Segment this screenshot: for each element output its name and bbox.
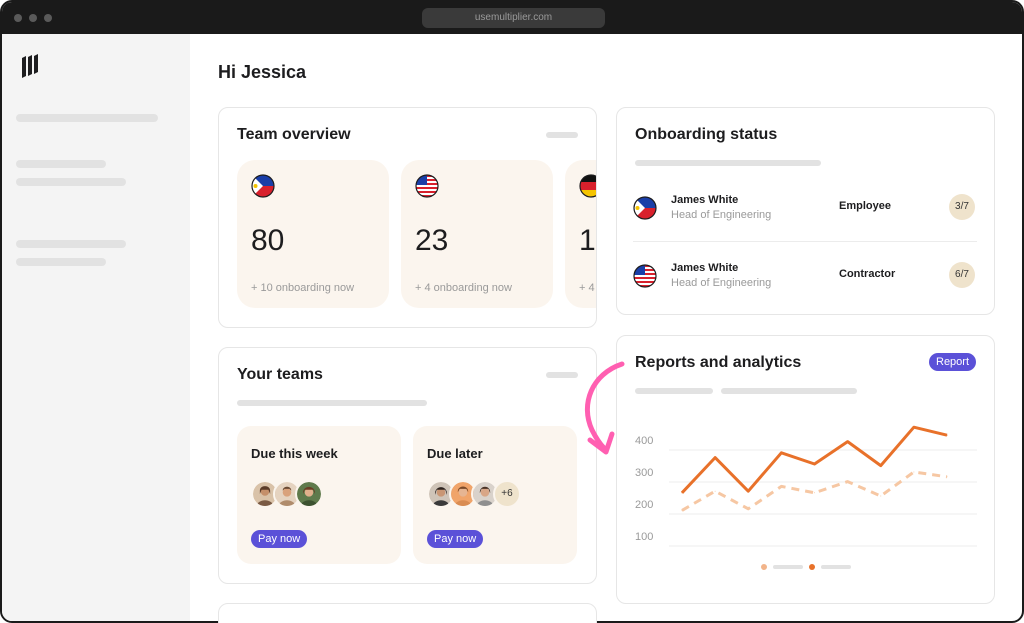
due-later-card[interactable]: Due later +6 Pay now — [413, 426, 577, 564]
usa-flag-icon — [415, 174, 439, 198]
team-overview-card: Team overview 80 + 10 onboarding now 23 … — [218, 107, 597, 328]
carousel-bar[interactable] — [773, 565, 803, 569]
series-0-point — [913, 426, 915, 428]
onboarding-row[interactable]: James White Head of Engineering Employee… — [633, 188, 975, 228]
sidebar — [2, 34, 190, 621]
stat-card-philippines[interactable]: 80 + 10 onboarding now — [237, 160, 389, 308]
series-line-0 — [680, 425, 948, 494]
y-tick-label: 300 — [635, 467, 653, 479]
y-tick-label: 400 — [635, 435, 653, 447]
carousel-dot-active[interactable] — [809, 564, 815, 570]
usa-flag-icon — [633, 264, 657, 288]
team-overview-title: Team overview — [237, 126, 351, 143]
window-close-dot[interactable] — [14, 14, 22, 22]
due-group-label: Due this week — [251, 446, 338, 461]
stat-note: + 4 — [579, 282, 595, 294]
card-subtitle-placeholder — [237, 400, 427, 406]
employee-role: Head of Engineering — [671, 209, 772, 221]
employee-role: Head of Engineering — [671, 277, 772, 289]
line-chart: 400 300 200 100 — [635, 425, 977, 547]
due-this-week-card[interactable]: Due this week Pay now — [237, 426, 401, 564]
series-line-1 — [681, 470, 948, 512]
address-bar[interactable]: usemultiplier.com — [422, 8, 605, 28]
employment-type: Employee — [839, 200, 891, 212]
series-0-point — [780, 452, 782, 454]
sidebar-placeholder — [16, 240, 126, 248]
pink-arrow-icon — [585, 361, 625, 455]
card-menu-placeholder — [546, 132, 578, 138]
stat-value: 10 — [579, 224, 596, 257]
sidebar-placeholder — [16, 258, 106, 266]
your-teams-card: Your teams Due this week Pay now Due lat… — [218, 347, 597, 584]
window-minimize-dot[interactable] — [29, 14, 37, 22]
philippines-flag-icon — [251, 174, 275, 198]
onboarding-status-card: Onboarding status James White Head of En… — [616, 107, 995, 315]
employee-name: James White — [671, 194, 739, 206]
stat-note: + 4 onboarding now — [415, 282, 512, 294]
more-members-badge[interactable]: +6 — [493, 480, 521, 508]
y-tick-label: 200 — [635, 499, 653, 511]
employment-type: Contractor — [839, 268, 896, 280]
page-greeting: Hi Jessica — [218, 62, 307, 82]
series-0-point — [814, 463, 815, 465]
series-0-point — [847, 441, 849, 443]
series-0-point — [714, 457, 716, 459]
carousel-dot[interactable] — [761, 564, 767, 570]
onboarding-row[interactable]: James White Head of Engineering Contract… — [633, 256, 975, 296]
series-1-point — [780, 485, 782, 487]
employee-name: James White — [671, 262, 739, 274]
sidebar-placeholder — [16, 178, 126, 186]
series-1-point — [747, 508, 749, 510]
series-0-point — [946, 434, 948, 436]
browser-titlebar: usemultiplier.com — [2, 2, 1022, 34]
card-subtitle-placeholder — [635, 160, 821, 166]
card-menu-placeholder — [546, 372, 578, 378]
stat-value: 80 — [251, 224, 285, 257]
series-1-point — [681, 509, 683, 511]
bottom-card — [218, 603, 597, 623]
germany-flag-icon — [579, 174, 596, 198]
series-1-point — [814, 492, 815, 494]
series-1-point — [847, 481, 849, 483]
series-0-point — [880, 465, 882, 467]
due-group-label: Due later — [427, 446, 483, 461]
stat-card-germany[interactable]: 10 + 4 — [565, 160, 596, 308]
sidebar-placeholder — [16, 114, 158, 122]
pay-now-button[interactable]: Pay now — [427, 530, 484, 548]
carousel-bar[interactable] — [821, 565, 851, 569]
multiplier-logo-icon[interactable] — [20, 54, 40, 80]
series-1-point — [946, 476, 948, 478]
series-1-point — [714, 490, 716, 492]
y-tick-label: 100 — [635, 531, 653, 543]
stat-card-usa[interactable]: 23 + 4 onboarding now — [401, 160, 553, 308]
series-1-point — [880, 495, 882, 497]
reports-analytics-card: Reports and analytics Report 400 300 200 10… — [616, 335, 995, 604]
series-0-point — [747, 490, 749, 492]
philippines-flag-icon — [633, 196, 657, 220]
onboarding-progress-badge: 3/7 — [949, 194, 975, 220]
series-0-point — [681, 492, 683, 494]
window-maximize-dot[interactable] — [44, 14, 52, 22]
onboarding-progress-badge: 6/7 — [949, 262, 975, 288]
sidebar-placeholder — [16, 160, 106, 168]
avatar[interactable] — [295, 480, 323, 508]
stat-value: 23 — [415, 224, 449, 257]
row-divider — [633, 241, 977, 242]
series-1-point — [913, 471, 915, 473]
stat-note: + 10 onboarding now — [251, 282, 355, 294]
onboarding-status-title: Onboarding status — [635, 126, 778, 143]
pay-now-button[interactable]: Pay now — [251, 530, 308, 548]
your-teams-title: Your teams — [237, 366, 323, 383]
